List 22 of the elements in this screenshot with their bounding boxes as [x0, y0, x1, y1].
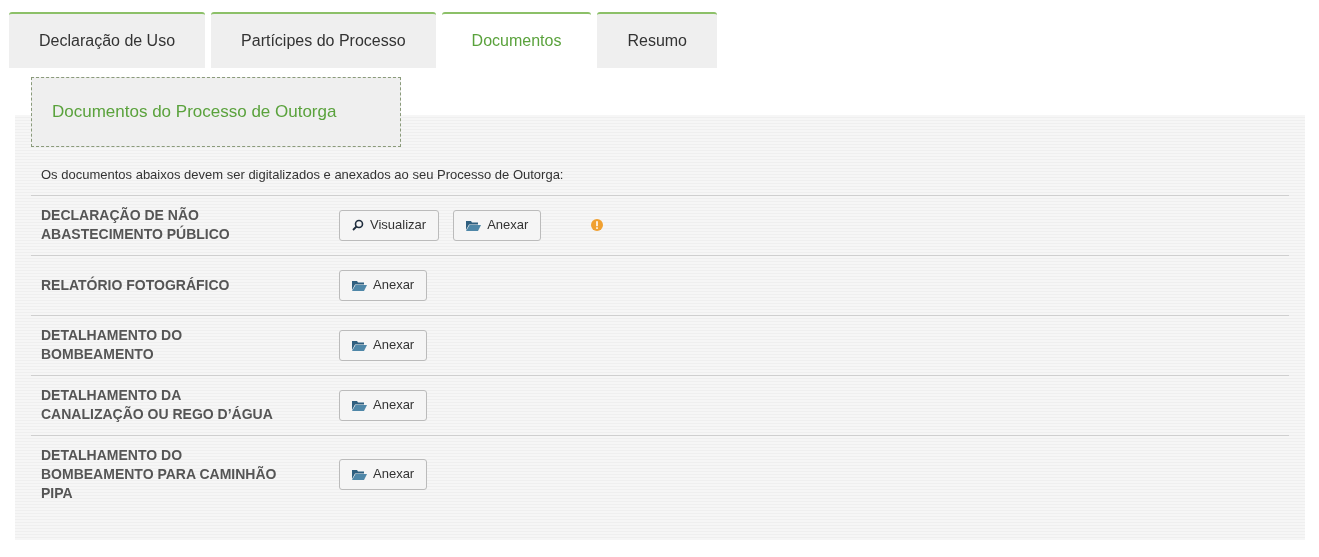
folder-icon — [466, 219, 482, 231]
document-name: DETALHAMENTO DO BOMBEAMENTO — [41, 326, 184, 364]
attach-button[interactable]: Anexar — [339, 269, 428, 301]
instructions-text: Os documentos abaixos devem ser digitalizados e anexados ao seu Processo de Outorga: — [41, 167, 564, 182]
folder-icon — [352, 279, 367, 291]
tab[interactable]: Partícipes do Processo — [211, 12, 436, 68]
document-name: DECLARAÇÃO DE NÃO ABASTECIMENTO PÚBLICO — [41, 206, 231, 244]
attach-button[interactable]: Anexar — [339, 329, 428, 361]
document-name: DETALHAMENTO DA CANALIZAÇÃO OU REGO D’ÁGUA — [41, 386, 274, 424]
tab[interactable]: Resumo — [597, 12, 717, 68]
attach-button[interactable]: Anexar — [453, 209, 542, 241]
view-button[interactable]: Visualizar — [339, 209, 440, 241]
tab[interactable]: Declaração de Uso — [9, 12, 206, 68]
document-name: RELATÓRIO FOTOGRÁFICO — [41, 275, 231, 295]
folder-icon — [352, 339, 367, 351]
attach-button[interactable]: Anexar — [339, 389, 428, 421]
folder-icon — [352, 468, 367, 480]
attach-button[interactable]: Anexar — [339, 458, 428, 490]
section-title: Documentos do Processo de Outorga — [52, 101, 337, 124]
document-name: DETALHAMENTO DO BOMBEAMENTO PARA CAMINHÃO PIPA — [41, 445, 278, 503]
folder-icon — [352, 399, 367, 411]
search-icon — [352, 219, 364, 231]
